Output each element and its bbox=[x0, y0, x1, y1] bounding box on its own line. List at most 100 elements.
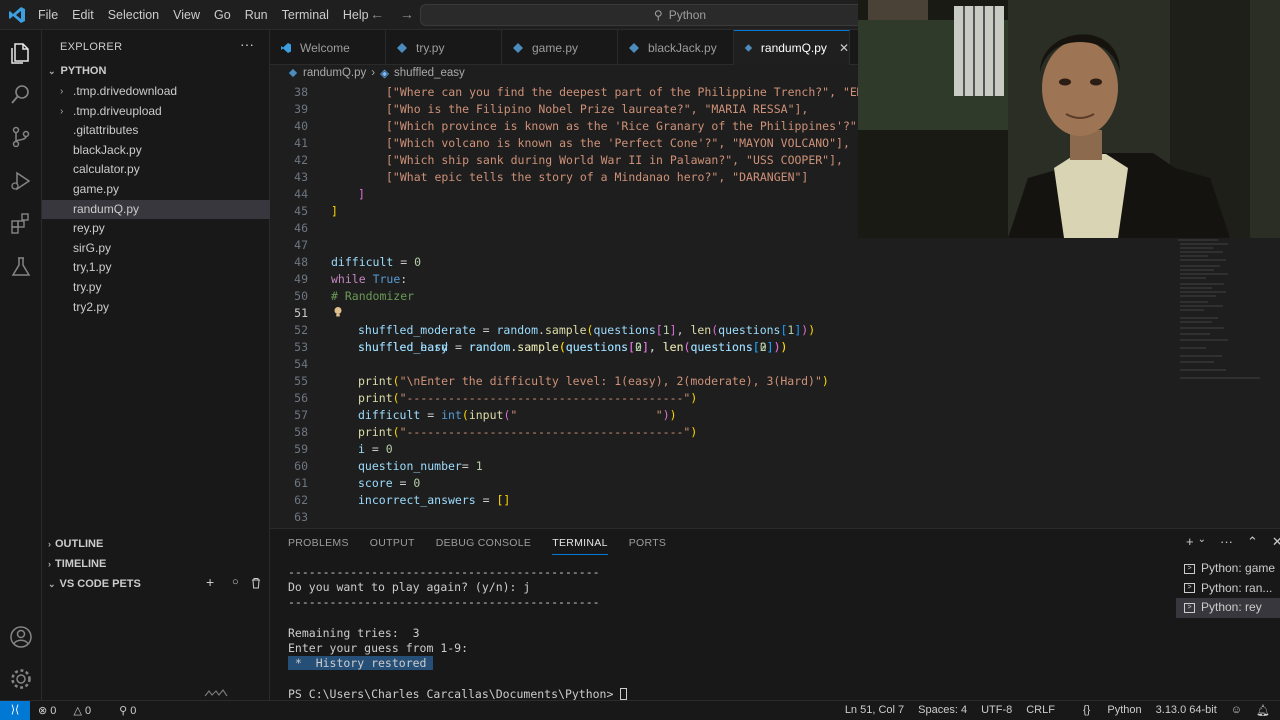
tab-welcome[interactable]: Welcome bbox=[270, 30, 386, 65]
trash-icon[interactable] bbox=[250, 577, 262, 589]
close-tab-icon[interactable]: ✕ bbox=[839, 41, 849, 55]
tree-file-sirg[interactable]: sirG.py bbox=[42, 239, 270, 259]
panel-tab-problems[interactable]: PROBLEMS bbox=[288, 537, 349, 555]
search-text: Python bbox=[668, 8, 707, 22]
tree-file-try[interactable]: try.py bbox=[42, 278, 270, 298]
chevron-down-icon[interactable]: ⌄ bbox=[1198, 534, 1206, 550]
panel-tab-terminal[interactable]: TERMINAL bbox=[552, 537, 608, 555]
file-encoding[interactable]: UTF-8 bbox=[981, 704, 1012, 717]
notifications-bell-icon[interactable]: 🔔︎ bbox=[1256, 704, 1270, 717]
file-label: calculator.py bbox=[73, 162, 140, 177]
terminal-cursor[interactable] bbox=[620, 688, 628, 700]
section-vscode-pets[interactable]: ⌄ VS CODE PETS bbox=[48, 578, 141, 590]
menu-run[interactable]: Run bbox=[245, 8, 268, 22]
menu-edit[interactable]: Edit bbox=[72, 8, 94, 22]
breadcrumb-symbol[interactable]: shuffled_easy bbox=[394, 67, 465, 79]
menu-help[interactable]: Help bbox=[343, 8, 369, 22]
tab-game-py[interactable]: game.py bbox=[502, 30, 618, 65]
folder-root[interactable]: ⌄ PYTHON bbox=[48, 65, 106, 77]
code-line-40: ["Which province is known as the 'Rice G… bbox=[386, 119, 864, 133]
panel-tab-debug-console[interactable]: DEBUG CONSOLE bbox=[436, 537, 532, 555]
ports-status[interactable]: ⚲ 0 bbox=[119, 704, 150, 717]
cursor-position[interactable]: Ln 51, Col 7 bbox=[845, 704, 904, 717]
tree-folder-driveupload[interactable]: › .tmp.driveupload bbox=[42, 102, 270, 122]
extensions-icon[interactable] bbox=[8, 210, 34, 236]
tab-randumq-py[interactable]: randumQ.py ✕ bbox=[734, 30, 850, 65]
account-icon[interactable] bbox=[8, 624, 34, 650]
new-terminal-icon[interactable]: + bbox=[1186, 534, 1194, 550]
chevron-down-icon: ⌄ bbox=[48, 66, 56, 76]
run-debug-icon[interactable] bbox=[8, 168, 34, 194]
status-bar: ⟩⟨ ⊗ 0 △ 0 ⚲ 0 Ln 51, Col 7 Spaces: 4 UT… bbox=[0, 700, 1280, 720]
breadcrumb-file[interactable]: randumQ.py bbox=[303, 67, 366, 79]
code-string-55: "\nEnter the difficulty level: 1(easy), … bbox=[399, 374, 822, 388]
source-control-icon[interactable] bbox=[8, 124, 34, 150]
section-label: VS CODE PETS bbox=[59, 578, 141, 590]
warning-count: 0 bbox=[84, 705, 92, 717]
menu-terminal[interactable]: Terminal bbox=[282, 8, 329, 22]
tree-file-rey[interactable]: rey.py bbox=[42, 219, 270, 239]
search-icon[interactable] bbox=[8, 82, 34, 108]
line-number: 39 bbox=[294, 102, 308, 116]
line-number: 56 bbox=[294, 391, 308, 405]
line-number: 61 bbox=[294, 476, 308, 490]
python-interpreter[interactable]: 3.13.0 64-bit bbox=[1156, 704, 1217, 717]
tree-file-game[interactable]: game.py bbox=[42, 180, 270, 200]
tab-blackjack-py[interactable]: blackJack.py bbox=[618, 30, 734, 65]
status-right: Ln 51, Col 7 Spaces: 4 UTF-8 CRLF {} Pyt… bbox=[831, 704, 1270, 717]
menu-file[interactable]: File bbox=[38, 8, 58, 22]
terminal-output[interactable]: ----------------------------------------… bbox=[288, 565, 1168, 702]
line-number: 46 bbox=[294, 221, 308, 235]
pet-circle-icon[interactable]: ○ bbox=[232, 576, 239, 588]
explorer-icon[interactable] bbox=[8, 40, 34, 66]
back-arrow-icon[interactable]: ← bbox=[370, 6, 384, 22]
braces-icon: {} bbox=[1082, 704, 1091, 716]
file-label: sirG.py bbox=[73, 240, 112, 255]
tree-file-calculator[interactable]: calculator.py bbox=[42, 160, 270, 180]
copilot-icon[interactable]: ☺ bbox=[1231, 704, 1242, 717]
terminal-item-active[interactable]: > Python: rey bbox=[1176, 598, 1280, 618]
problems-status[interactable]: ⊗ 0 △ 0 bbox=[38, 704, 105, 717]
tab-try-py[interactable]: try.py bbox=[386, 30, 502, 65]
error-count: 0 bbox=[50, 705, 57, 717]
forward-arrow-icon[interactable]: → bbox=[400, 6, 414, 22]
menu-selection[interactable]: Selection bbox=[108, 8, 159, 22]
add-pet-icon[interactable]: + bbox=[206, 574, 214, 590]
menu-go[interactable]: Go bbox=[214, 8, 231, 22]
close-panel-icon[interactable]: ✕ bbox=[1272, 534, 1280, 550]
tree-folder-drivedownload[interactable]: › .tmp.drivedownload bbox=[42, 82, 270, 102]
testing-flask-icon[interactable] bbox=[8, 254, 34, 280]
lightbulb-icon[interactable] bbox=[333, 306, 343, 318]
terminal-item[interactable]: > Python: game bbox=[1176, 559, 1280, 579]
tree-file-randumq[interactable]: randumQ.py bbox=[42, 199, 270, 220]
end-of-line[interactable]: CRLF bbox=[1026, 704, 1055, 717]
python-file-icon bbox=[513, 42, 523, 53]
minimap[interactable] bbox=[1168, 238, 1268, 388]
panel-tab-ports[interactable]: PORTS bbox=[629, 537, 666, 555]
tree-file-gitattributes[interactable]: .gitattributes bbox=[42, 121, 270, 141]
more-actions-icon[interactable]: ··· bbox=[1220, 534, 1233, 550]
terminal-item[interactable]: > Python: ran... bbox=[1176, 579, 1280, 599]
tree-file-try2[interactable]: try2.py bbox=[42, 298, 270, 318]
maximize-panel-icon[interactable]: ⌃ bbox=[1247, 534, 1258, 550]
code-string-57: " " bbox=[510, 408, 663, 422]
indentation[interactable]: Spaces: 4 bbox=[918, 704, 967, 717]
line-number: 60 bbox=[294, 459, 308, 473]
line-number: 38 bbox=[294, 85, 308, 99]
file-label: rey.py bbox=[73, 221, 105, 236]
file-label: blackJack.py bbox=[73, 142, 142, 157]
python-file-icon bbox=[397, 42, 407, 53]
language-mode[interactable]: {} Python bbox=[1069, 704, 1142, 717]
terminal-list: > Python: game > Python: ran... > Python: r… bbox=[1176, 559, 1280, 618]
panel-tab-output[interactable]: OUTPUT bbox=[370, 537, 415, 555]
menu-view[interactable]: View bbox=[173, 8, 200, 22]
settings-gear-icon[interactable] bbox=[8, 666, 34, 692]
more-actions-icon[interactable]: ··· bbox=[240, 36, 254, 52]
section-timeline[interactable]: › TIMELINE bbox=[48, 558, 106, 570]
variable-symbol-icon: ◈ bbox=[380, 68, 389, 80]
section-outline[interactable]: › OUTLINE bbox=[48, 538, 103, 550]
remote-indicator-icon[interactable]: ⟩⟨ bbox=[0, 701, 30, 720]
tree-file-try-1[interactable]: try,1.py bbox=[42, 258, 270, 278]
tree-file-blackjack[interactable]: blackJack.py bbox=[42, 141, 270, 161]
